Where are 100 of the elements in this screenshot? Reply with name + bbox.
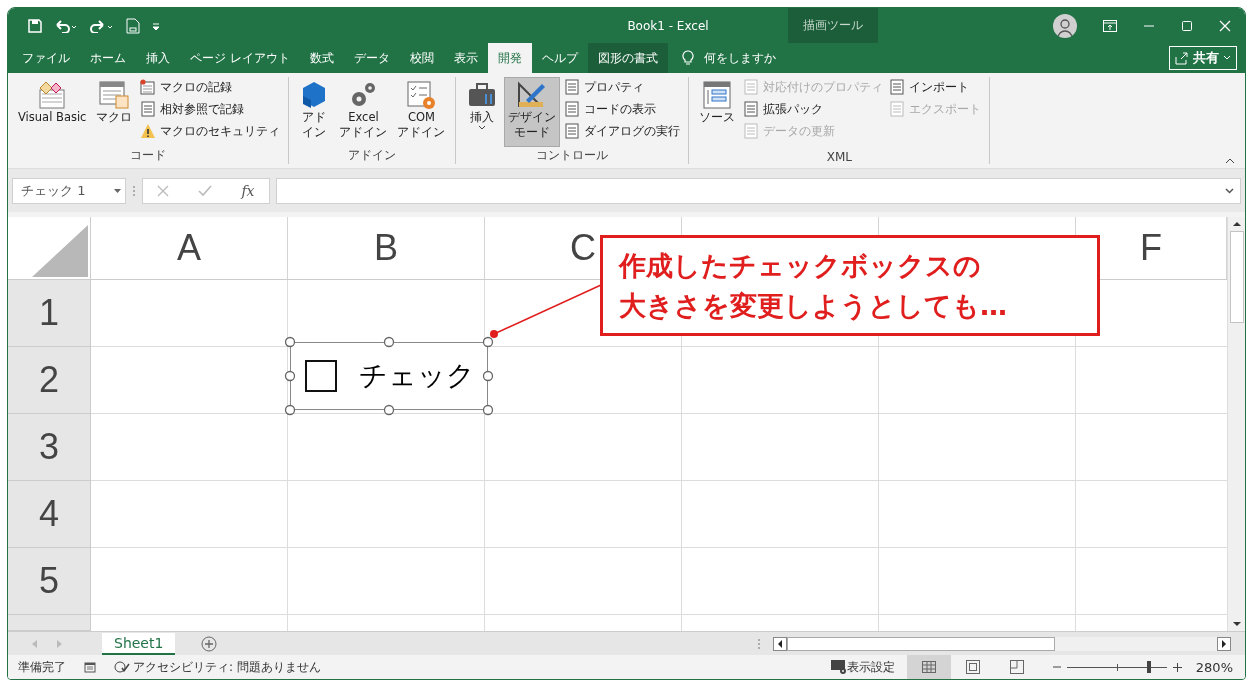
scroll-right-button[interactable] bbox=[1217, 636, 1231, 651]
ribbon-button[interactable]: マクロの記録 bbox=[138, 78, 283, 96]
ribbon-button[interactable]: マクロのセキュリティ bbox=[138, 122, 283, 140]
document-icon bbox=[743, 101, 760, 117]
ribbon-display-icon[interactable] bbox=[1103, 19, 1117, 32]
accessibility-check-icon[interactable] bbox=[114, 660, 130, 674]
group-label: コード bbox=[129, 147, 168, 164]
ribbon-tab[interactable]: 挿入 bbox=[136, 43, 180, 73]
row-header[interactable]: 4 bbox=[8, 481, 91, 548]
formula-input[interactable] bbox=[276, 177, 1241, 204]
selection-handles[interactable] bbox=[284, 336, 494, 416]
ribbon-tab[interactable]: ファイル bbox=[12, 43, 80, 73]
document-icon bbox=[743, 123, 760, 139]
callout-text: 作成したチェックボックスの 大きさを変更しようとしても… bbox=[600, 235, 1100, 336]
customize-icon[interactable] bbox=[152, 21, 160, 30]
checkbox-control[interactable]: チェック bbox=[290, 342, 488, 410]
ribbon-button[interactable]: デザイン モード bbox=[504, 77, 561, 147]
document-icon bbox=[889, 79, 906, 95]
warning-icon bbox=[140, 123, 157, 139]
ribbon-button[interactable]: コードの表示 bbox=[562, 100, 683, 118]
page-icon bbox=[965, 660, 980, 674]
macro-record-icon[interactable] bbox=[84, 661, 96, 673]
insert-function-button[interactable]: fx bbox=[241, 182, 255, 199]
grip-icon bbox=[132, 183, 136, 198]
document-icon bbox=[564, 79, 581, 95]
ribbon-button[interactable]: 挿入 bbox=[462, 77, 503, 147]
ribbon-tab[interactable]: 開発 bbox=[487, 43, 532, 73]
normal-view-button[interactable] bbox=[906, 655, 951, 679]
name-box[interactable]: チェック 1 bbox=[12, 177, 126, 204]
row-header[interactable]: 5 bbox=[8, 548, 91, 615]
document-icon bbox=[889, 101, 906, 117]
ribbon-tab[interactable]: 校閲 bbox=[399, 43, 444, 73]
share-button[interactable]: 共有 bbox=[1169, 46, 1237, 70]
row-header[interactable]: 3 bbox=[8, 414, 91, 481]
ribbon-button[interactable]: COM アドイン bbox=[393, 77, 450, 147]
record-sheet-icon bbox=[140, 79, 157, 95]
sheet-tab[interactable]: Sheet1 bbox=[102, 632, 176, 655]
document-icon bbox=[140, 101, 157, 117]
scrollbar-thumb[interactable] bbox=[787, 636, 1055, 651]
ribbon-button[interactable]: Visual Basic bbox=[14, 77, 91, 147]
column-header[interactable]: C bbox=[570, 227, 596, 269]
column-header[interactable]: B bbox=[374, 227, 398, 269]
ribbon-button[interactable]: インポート bbox=[887, 78, 984, 96]
collapse-ribbon-icon[interactable] bbox=[1225, 158, 1235, 164]
column-header[interactable]: F bbox=[1140, 227, 1162, 269]
document-icon bbox=[564, 101, 581, 117]
column-header[interactable]: A bbox=[177, 227, 201, 269]
document-icon bbox=[743, 79, 760, 95]
right-arrow-icon bbox=[1221, 639, 1227, 648]
caret-icon bbox=[1223, 55, 1231, 61]
save-icon[interactable] bbox=[28, 18, 42, 33]
macro-sheet-icon bbox=[98, 80, 131, 110]
zoom-level[interactable]: 280% bbox=[1195, 659, 1233, 675]
ribbon-button[interactable]: ダイアログの実行 bbox=[562, 122, 683, 140]
row-header[interactable]: 2 bbox=[8, 347, 91, 414]
row-header[interactable]: 1 bbox=[8, 280, 91, 347]
page-break-icon bbox=[1009, 660, 1024, 674]
search-field[interactable]: 何をしますか bbox=[703, 49, 776, 67]
ribbon-button[interactable]: マクロ bbox=[92, 77, 137, 147]
group-label: XML bbox=[825, 150, 854, 164]
ribbon-button[interactable]: 拡張パック bbox=[741, 100, 886, 118]
ribbon-button[interactable]: Excel アドイン bbox=[335, 77, 392, 147]
ribbon-tab[interactable]: 数式 bbox=[299, 43, 344, 73]
scroll-left-button[interactable] bbox=[773, 636, 787, 651]
ribbon-tab[interactable]: データ bbox=[343, 43, 400, 73]
document-icon bbox=[564, 123, 581, 139]
ribbon-button[interactable]: アド イン bbox=[295, 77, 334, 147]
scroll-up-icon[interactable] bbox=[1231, 219, 1243, 229]
add-sheet-icon[interactable] bbox=[201, 635, 218, 652]
group-label: アドイン bbox=[347, 147, 398, 164]
print-preview-icon[interactable] bbox=[126, 17, 140, 34]
ribbon-button[interactable]: プロパティ bbox=[562, 78, 683, 96]
scrollbar-thumb[interactable] bbox=[1230, 231, 1244, 323]
ribbon-button[interactable]: 相対参照で記録 bbox=[138, 100, 283, 118]
ribbon-tab[interactable]: ヘルプ bbox=[531, 43, 588, 73]
group-label: コントロール bbox=[535, 147, 610, 164]
accessibility-status[interactable]: アクセシビリティ: 問題ありません bbox=[133, 658, 321, 676]
ribbon-tab[interactable]: ページ レイアウト bbox=[180, 43, 300, 73]
window-title: Book1 - Excel bbox=[626, 18, 710, 33]
lightbulb-icon bbox=[681, 50, 694, 66]
ribbon-button[interactable]: ソース bbox=[695, 77, 740, 150]
expand-icon[interactable] bbox=[1225, 187, 1234, 194]
tool-group-label: 描画ツール bbox=[788, 8, 878, 43]
display-settings-button[interactable]: 表示設定 bbox=[846, 658, 895, 676]
left-arrow-icon bbox=[777, 639, 783, 648]
scroll-down-icon[interactable] bbox=[1231, 619, 1243, 629]
undo-icon[interactable] bbox=[54, 18, 78, 33]
checklist-gear-icon bbox=[406, 80, 437, 110]
zoom-in-icon[interactable] bbox=[1172, 662, 1182, 672]
ribbon-tab[interactable]: 図形の書式 bbox=[587, 43, 668, 73]
account-avatar[interactable] bbox=[1053, 13, 1077, 38]
xml-source-icon bbox=[702, 80, 733, 110]
ribbon-tab[interactable]: 表示 bbox=[443, 43, 488, 73]
redo-icon[interactable] bbox=[90, 18, 114, 33]
zoom-slider-thumb[interactable] bbox=[1146, 661, 1151, 673]
ribbon-tab[interactable]: ホーム bbox=[80, 43, 136, 73]
grid-icon bbox=[921, 661, 936, 673]
close-icon[interactable] bbox=[1219, 19, 1231, 32]
maximize-icon[interactable] bbox=[1181, 19, 1193, 32]
display-settings-icon bbox=[830, 660, 847, 674]
